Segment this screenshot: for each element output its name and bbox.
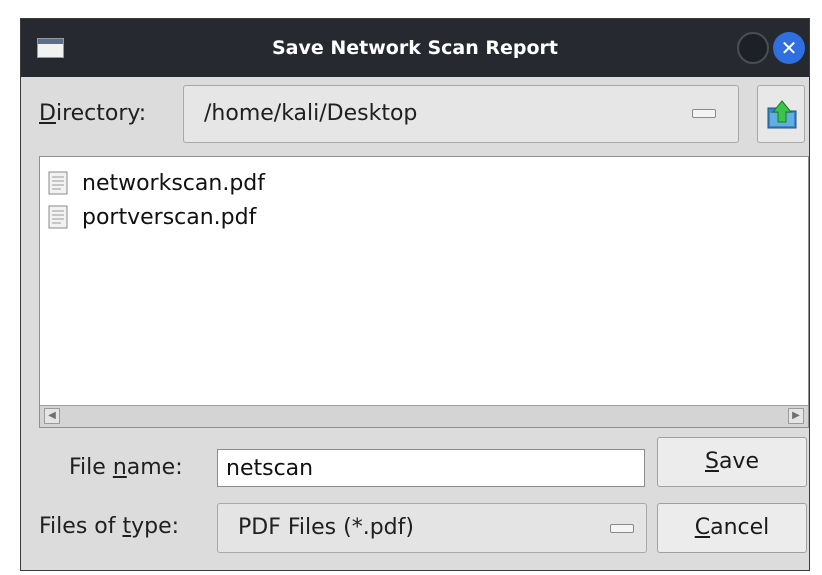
scroll-right-icon[interactable]: ▶: [788, 408, 804, 424]
folder-up-icon: [767, 100, 797, 129]
file-name: networkscan.pdf: [82, 170, 265, 196]
list-item[interactable]: portverscan.pdf: [48, 201, 256, 233]
close-button[interactable]: ✕: [773, 32, 805, 64]
file-list[interactable]: networkscan.pdf portverscan.pdf ◀ ▶: [39, 156, 809, 428]
file-type-value: PDF Files (*.pdf): [238, 515, 414, 540]
document-icon: [48, 205, 68, 229]
file-type-dropdown[interactable]: PDF Files (*.pdf): [217, 503, 647, 553]
directory-dropdown[interactable]: /home/kali/Desktop: [183, 85, 739, 143]
scroll-left-icon[interactable]: ◀: [44, 408, 60, 424]
file-name-input[interactable]: [217, 449, 645, 487]
save-button[interactable]: Save: [657, 437, 807, 487]
file-type-label: Files of type:: [39, 514, 180, 539]
save-dialog: Save Network Scan Report ✕ Directory: /h…: [20, 18, 810, 571]
title-bar[interactable]: Save Network Scan Report ✕: [21, 19, 809, 77]
cancel-button[interactable]: Cancel: [657, 503, 807, 553]
dropdown-handle-icon: [610, 524, 634, 533]
file-name-label: File name:: [69, 455, 183, 480]
horizontal-scrollbar[interactable]: ◀ ▶: [40, 405, 808, 427]
dropdown-handle-icon: [692, 109, 716, 118]
close-icon: ✕: [780, 36, 798, 60]
window-title: Save Network Scan Report: [271, 37, 559, 59]
directory-label: Directory:: [39, 101, 147, 126]
file-name: portverscan.pdf: [82, 204, 257, 230]
directory-value: /home/kali/Desktop: [204, 101, 418, 126]
list-item[interactable]: networkscan.pdf: [48, 167, 265, 199]
parent-directory-button[interactable]: [757, 85, 805, 143]
document-icon: [48, 171, 68, 195]
minimize-button[interactable]: [737, 32, 769, 64]
